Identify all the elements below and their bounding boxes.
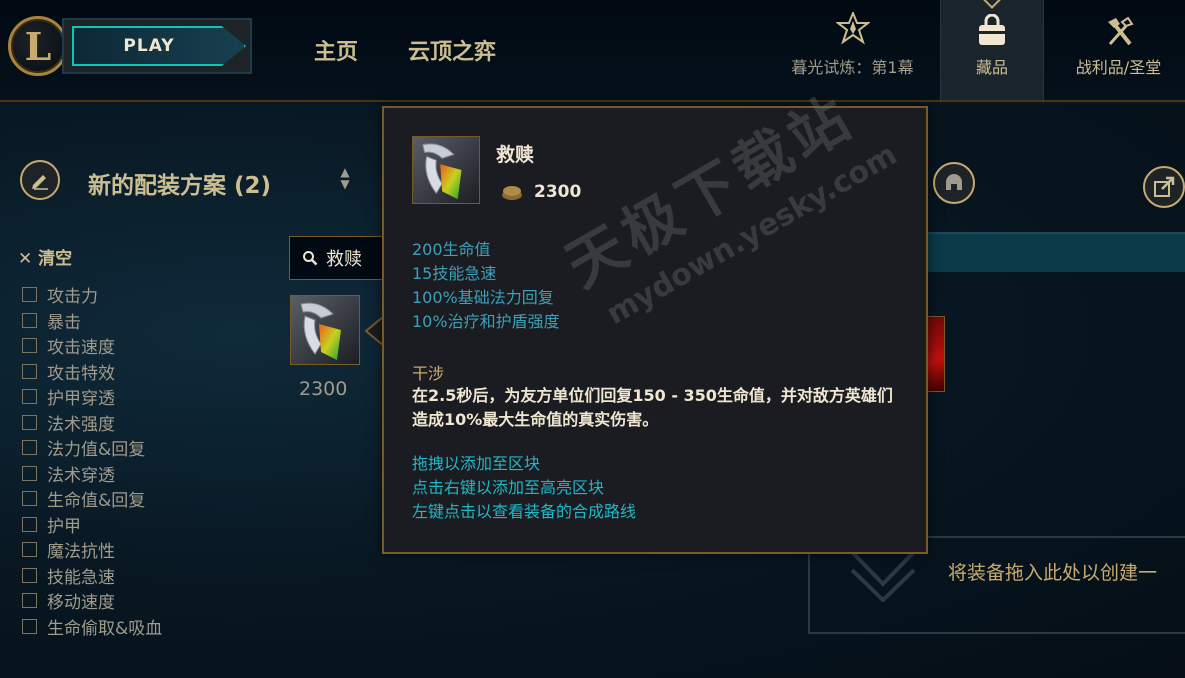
- logo-letter: L: [24, 23, 52, 69]
- filter-item[interactable]: 生命值&回复: [22, 486, 162, 512]
- filter-checkbox[interactable]: [22, 414, 37, 430]
- item-result-price: 2300: [299, 378, 348, 400]
- set-title: 新的配装方案 (2): [88, 173, 272, 199]
- chevron-down-icon: [848, 546, 918, 603]
- hint-line: 点击右键以添加至高亮区块: [412, 478, 605, 497]
- collection-button[interactable]: 藏品: [940, 0, 1044, 100]
- pencil-icon: [32, 175, 48, 190]
- clear-label: 清空: [38, 249, 73, 269]
- filter-checkbox[interactable]: [22, 618, 37, 634]
- close-icon: ✕: [18, 249, 39, 269]
- play-button-frame[interactable]: PLAY: [62, 18, 252, 74]
- filter-checkbox[interactable]: [22, 338, 37, 354]
- filter-item[interactable]: 攻击速度: [22, 333, 162, 359]
- search-value: 救赎: [326, 249, 362, 270]
- tooltip-hints: 拖拽以添加至区块 点击右键以添加至高亮区块 左键点击以查看装备的合成路线: [412, 452, 636, 524]
- filter-item[interactable]: 暴击: [22, 308, 162, 334]
- active-caret-icon: [982, 0, 1002, 9]
- hammer-icon: [1102, 14, 1136, 48]
- filter-checkbox[interactable]: [22, 593, 37, 609]
- filter-item[interactable]: 护甲: [22, 512, 162, 538]
- loot-button[interactable]: 战利品/圣堂: [1052, 0, 1185, 100]
- stat-line: 15技能急速: [412, 264, 497, 283]
- filter-checkbox[interactable]: [22, 440, 37, 456]
- active-description: 在2.5秒后，为友方单位们回复150 - 350生命值，并对敌方英雄们造成10%…: [412, 386, 893, 429]
- play-button[interactable]: PLAY: [72, 26, 246, 66]
- filter-label: 技能急速: [47, 567, 115, 588]
- item-result-redemption[interactable]: [290, 295, 360, 365]
- hint-line: 拖拽以添加至区块: [412, 454, 541, 473]
- filter-label: 护甲: [47, 516, 81, 537]
- filter-checkbox[interactable]: [22, 567, 37, 583]
- filter-item[interactable]: 技能急速: [22, 563, 162, 589]
- league-logo[interactable]: L: [8, 16, 68, 76]
- edit-set-button[interactable]: [20, 160, 60, 200]
- clear-filters-button[interactable]: ✕ 清空: [18, 244, 72, 269]
- sort-toggle-icon[interactable]: ▲ ▼: [338, 166, 352, 194]
- filter-item[interactable]: 法术强度: [22, 410, 162, 436]
- export-icon: [1154, 176, 1175, 197]
- block-header-bar[interactable]: [925, 234, 1185, 272]
- event-label: 暮光试炼：第1幕: [791, 58, 914, 77]
- filter-label: 移动速度: [47, 593, 115, 614]
- filter-label: 法术穿透: [47, 465, 115, 486]
- redemption-item-icon: [291, 296, 359, 364]
- filter-checkbox[interactable]: [22, 287, 37, 303]
- filter-label: 生命值&回复: [47, 491, 146, 512]
- filter-item[interactable]: 法力值&回复: [22, 435, 162, 461]
- drop-zone-label: 将装备拖入此处以创建一: [948, 562, 1158, 584]
- filter-checkbox[interactable]: [22, 542, 37, 558]
- filter-list: 攻击力 暴击 攻击速度 攻击特效 护甲穿透 法术强度 法力值&回复 法术穿透 生…: [22, 282, 162, 639]
- filter-label: 魔法抗性: [47, 542, 115, 563]
- filter-item[interactable]: 攻击力: [22, 282, 162, 308]
- filter-checkbox[interactable]: [22, 312, 37, 328]
- hint-line: 左键点击以查看装备的合成路线: [412, 502, 637, 521]
- filter-label: 护甲穿透: [47, 389, 115, 410]
- redemption-item-icon: [413, 137, 479, 203]
- stat-line: 10%治疗和护盾强度: [412, 312, 560, 331]
- tooltip-stats: 200生命值 15技能急速 100%基础法力回复 10%治疗和护盾强度: [412, 238, 560, 334]
- filter-item[interactable]: 护甲穿透: [22, 384, 162, 410]
- filter-label: 生命偷取&吸血: [47, 618, 163, 639]
- filter-label: 攻击力: [47, 287, 98, 308]
- filter-item[interactable]: 魔法抗性: [22, 537, 162, 563]
- active-name: 干涉: [412, 364, 445, 383]
- filter-checkbox[interactable]: [22, 363, 37, 379]
- filter-checkbox[interactable]: [22, 491, 37, 507]
- stat-line: 100%基础法力回复: [412, 288, 554, 307]
- tooltip-item-cost: 2300: [500, 182, 581, 202]
- helmet-icon: [946, 174, 962, 190]
- loot-label: 战利品/圣堂: [1075, 58, 1162, 77]
- tooltip-item-icon: [412, 136, 480, 204]
- event-button[interactable]: 暮光试炼：第1幕: [780, 10, 925, 78]
- collection-label: 藏品: [975, 58, 1008, 77]
- filter-checkbox[interactable]: [22, 465, 37, 481]
- filter-item[interactable]: 法术穿透: [22, 461, 162, 487]
- champion-select-button[interactable]: [933, 162, 975, 204]
- stat-line: 200生命值: [412, 240, 491, 259]
- item-tooltip: 救赎 2300 200生命值 15技能急速 100%基础法力回复 10%治疗和护…: [382, 106, 928, 554]
- filter-item[interactable]: 移动速度: [22, 588, 162, 614]
- top-bar: L PLAY 主页 云顶之弈 暮光试炼：第1幕 藏品 战利品/圣堂: [0, 0, 1185, 102]
- filter-label: 攻击特效: [47, 363, 115, 384]
- filter-checkbox[interactable]: [22, 516, 37, 532]
- filter-checkbox[interactable]: [22, 389, 37, 405]
- gold-coin-icon: [502, 186, 522, 200]
- twilight-emblem-icon: [834, 10, 871, 46]
- tooltip-item-name: 救赎: [496, 144, 535, 166]
- bag-icon: [975, 13, 1009, 48]
- filter-label: 攻击速度: [47, 338, 115, 359]
- filter-label: 暴击: [47, 312, 81, 333]
- tooltip-cost-value: 2300: [534, 182, 582, 202]
- nav-home[interactable]: 主页: [314, 34, 358, 66]
- export-button[interactable]: [1143, 166, 1185, 208]
- filter-item[interactable]: 生命偷取&吸血: [22, 614, 162, 640]
- item-search-input[interactable]: 救赎: [289, 236, 389, 280]
- search-icon: [303, 251, 318, 266]
- filter-item[interactable]: 攻击特效: [22, 359, 162, 385]
- filter-label: 法术强度: [47, 414, 115, 435]
- block-item-slot[interactable]: [925, 316, 945, 392]
- filter-label: 法力值&回复: [47, 440, 146, 461]
- nav-tft[interactable]: 云顶之弈: [408, 34, 496, 66]
